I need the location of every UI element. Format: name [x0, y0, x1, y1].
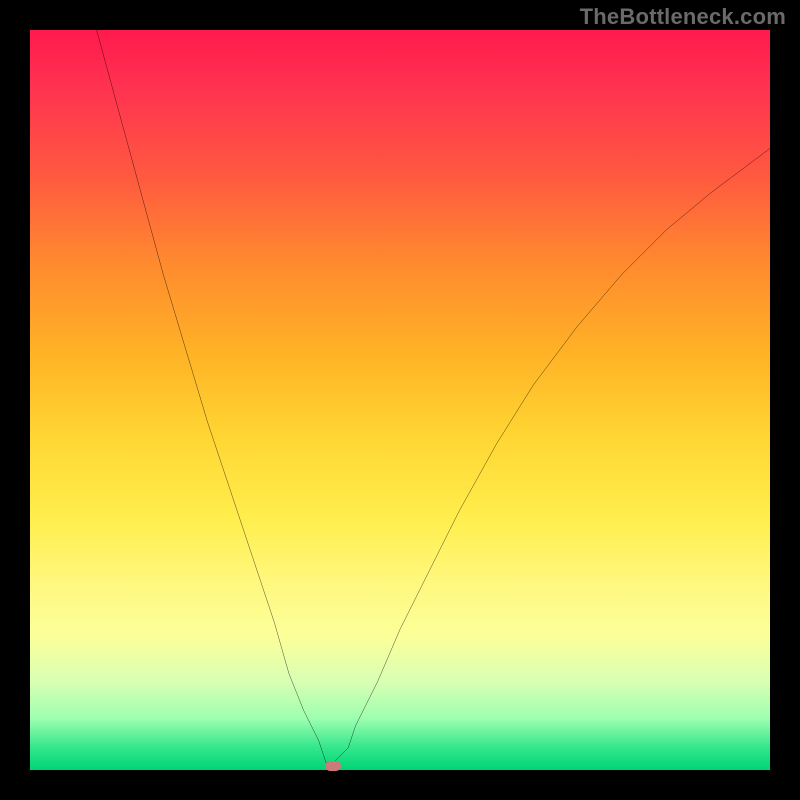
watermark-text: TheBottleneck.com: [580, 4, 786, 30]
plot-area: [30, 30, 770, 770]
chart-frame: TheBottleneck.com: [0, 0, 800, 800]
minimum-marker: [325, 761, 341, 771]
bottleneck-curve: [30, 30, 770, 770]
